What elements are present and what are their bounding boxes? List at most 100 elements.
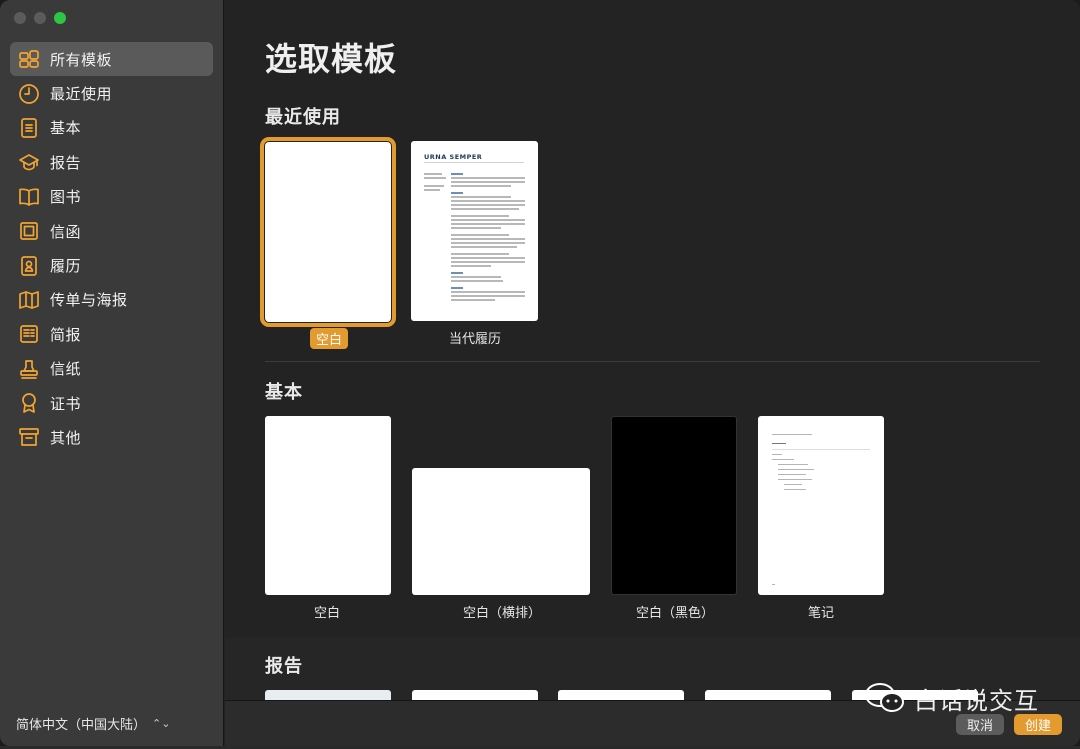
sidebar-item-label: 所有模板 — [50, 50, 113, 69]
notes-line — [772, 443, 786, 445]
sidebar-item-label: 证书 — [50, 394, 82, 413]
resume-line — [451, 177, 525, 179]
page-title: 选取模板 — [265, 40, 398, 78]
resume-line — [451, 234, 509, 236]
chevron-updown-icon: ⌃⌄ — [152, 717, 171, 730]
archive-box-icon — [18, 426, 40, 448]
sidebar-item-all-templates[interactable]: 所有模板 — [10, 42, 213, 77]
resume-line — [451, 208, 519, 210]
resume-line — [451, 287, 463, 289]
template-caption-blank-black: 空白（黑色） — [636, 606, 715, 621]
category-list: 所有模板 最近使用 基本 报告 图书 信函 履历 传单与海报 简报 信纸 证书 … — [10, 42, 213, 455]
resume-preview-rule — [424, 162, 524, 163]
template-thumb-blank-black[interactable] — [611, 416, 737, 595]
sidebar-item-reports[interactable]: 报告 — [10, 145, 213, 179]
template-caption-blank: 空白 — [314, 606, 341, 621]
sidebar: 所有模板 最近使用 基本 报告 图书 信函 履历 传单与海报 简报 信纸 证书 … — [0, 0, 224, 746]
resume-line — [451, 253, 509, 255]
minimize-window-button[interactable] — [34, 12, 46, 24]
template-caption-notes: 笔记 — [808, 606, 835, 621]
wechat-icon — [865, 683, 904, 712]
sidebar-item-basic[interactable]: 基本 — [10, 111, 213, 145]
resume-line — [451, 272, 463, 274]
section-title-reports: 报告 — [265, 656, 303, 677]
resume-line — [451, 200, 525, 202]
notes-line — [772, 449, 870, 451]
notes-line — [784, 484, 802, 486]
notes-line — [778, 469, 814, 471]
sidebar-item-newsletters[interactable]: 简报 — [10, 317, 213, 351]
template-thumb-blank-recent[interactable] — [260, 137, 396, 327]
resume-line — [451, 261, 525, 263]
template-thumb-report-4[interactable] — [705, 690, 831, 700]
sidebar-item-label: 履历 — [50, 257, 82, 276]
template-thumb-notes[interactable] — [758, 416, 884, 595]
language-label: 简体中文（中国大陆） — [16, 718, 147, 733]
map-fold-icon — [18, 289, 40, 311]
sidebar-item-letters[interactable]: 信函 — [10, 214, 213, 248]
notes-line — [784, 489, 806, 491]
template-thumb-report-3[interactable] — [558, 690, 684, 700]
sidebar-item-books[interactable]: 图书 — [10, 180, 213, 214]
document-icon — [18, 117, 40, 139]
resume-line — [451, 238, 525, 240]
sidebar-item-label: 报告 — [50, 153, 82, 172]
sidebar-item-label: 其他 — [50, 428, 82, 447]
clock-icon — [18, 83, 40, 105]
resume-person-icon — [18, 255, 40, 277]
template-chooser-window: 所有模板 最近使用 基本 报告 图书 信函 履历 传单与海报 简报 信纸 证书 … — [0, 0, 1080, 746]
resume-line — [451, 192, 463, 194]
resume-preview-name: URNA SEMPER — [424, 153, 483, 161]
resume-line — [451, 173, 463, 175]
sidebar-item-label: 简报 — [50, 325, 82, 344]
sidebar-item-flyers-posters[interactable]: 传单与海报 — [10, 283, 213, 317]
book-icon — [18, 186, 40, 208]
notes-line — [778, 479, 812, 481]
templates-grid-icon — [18, 48, 40, 70]
template-gallery: 选取模板 最近使用 空白 URNA SEMPER 当代履历 基本 空白 空白（横… — [225, 0, 1080, 700]
resume-line — [451, 181, 525, 183]
sidebar-item-recent[interactable]: 最近使用 — [10, 76, 213, 110]
template-thumb-contemporary-resume[interactable]: URNA SEMPER — [411, 141, 538, 321]
resume-line — [451, 295, 525, 297]
resume-line — [451, 276, 501, 278]
notes-line — [778, 464, 808, 466]
notes-line — [778, 474, 806, 476]
sidebar-item-certificates[interactable]: 证书 — [10, 386, 213, 420]
close-window-button[interactable] — [14, 12, 26, 24]
template-caption-contemporary-resume: 当代履历 — [449, 332, 502, 347]
create-button[interactable]: 创建 — [1014, 714, 1062, 735]
resume-line — [451, 242, 525, 244]
sidebar-item-label: 基本 — [50, 119, 82, 138]
resume-line — [451, 265, 491, 267]
cancel-button[interactable]: 取消 — [956, 714, 1004, 735]
notes-line — [772, 454, 782, 456]
sidebar-item-label: 最近使用 — [50, 85, 113, 104]
resume-line — [451, 219, 525, 221]
language-selector[interactable]: 简体中文（中国大陆） ⌃⌄ — [16, 714, 170, 733]
template-thumb-blank[interactable] — [265, 416, 391, 595]
template-caption-blank-landscape: 空白（横排） — [463, 606, 542, 621]
template-thumb-blank-landscape[interactable] — [412, 468, 590, 595]
ribbon-icon — [18, 392, 40, 414]
template-caption-blank-recent: 空白 — [310, 328, 349, 349]
sidebar-item-resumes[interactable]: 履历 — [10, 248, 213, 282]
maximize-window-button[interactable] — [54, 12, 66, 24]
newsletter-icon — [18, 323, 40, 345]
resume-line — [451, 299, 495, 301]
notes-line — [772, 434, 812, 436]
sidebar-item-other[interactable]: 其他 — [10, 420, 213, 454]
sidebar-item-label: 图书 — [50, 188, 82, 207]
template-thumb-report-2[interactable] — [412, 690, 538, 700]
resume-line — [451, 280, 503, 282]
resume-line — [451, 204, 525, 206]
sidebar-item-stationery[interactable]: 信纸 — [10, 352, 213, 386]
notes-line — [772, 459, 794, 461]
section-title-recent: 最近使用 — [265, 107, 341, 128]
template-thumb-report-1[interactable] — [265, 690, 391, 700]
section-divider — [265, 361, 1040, 362]
graduation-cap-icon — [18, 151, 40, 173]
sidebar-item-label: 传单与海报 — [50, 291, 128, 310]
watermark-text: 白话说交互 — [914, 686, 1039, 715]
notes-page-number — [772, 584, 775, 586]
